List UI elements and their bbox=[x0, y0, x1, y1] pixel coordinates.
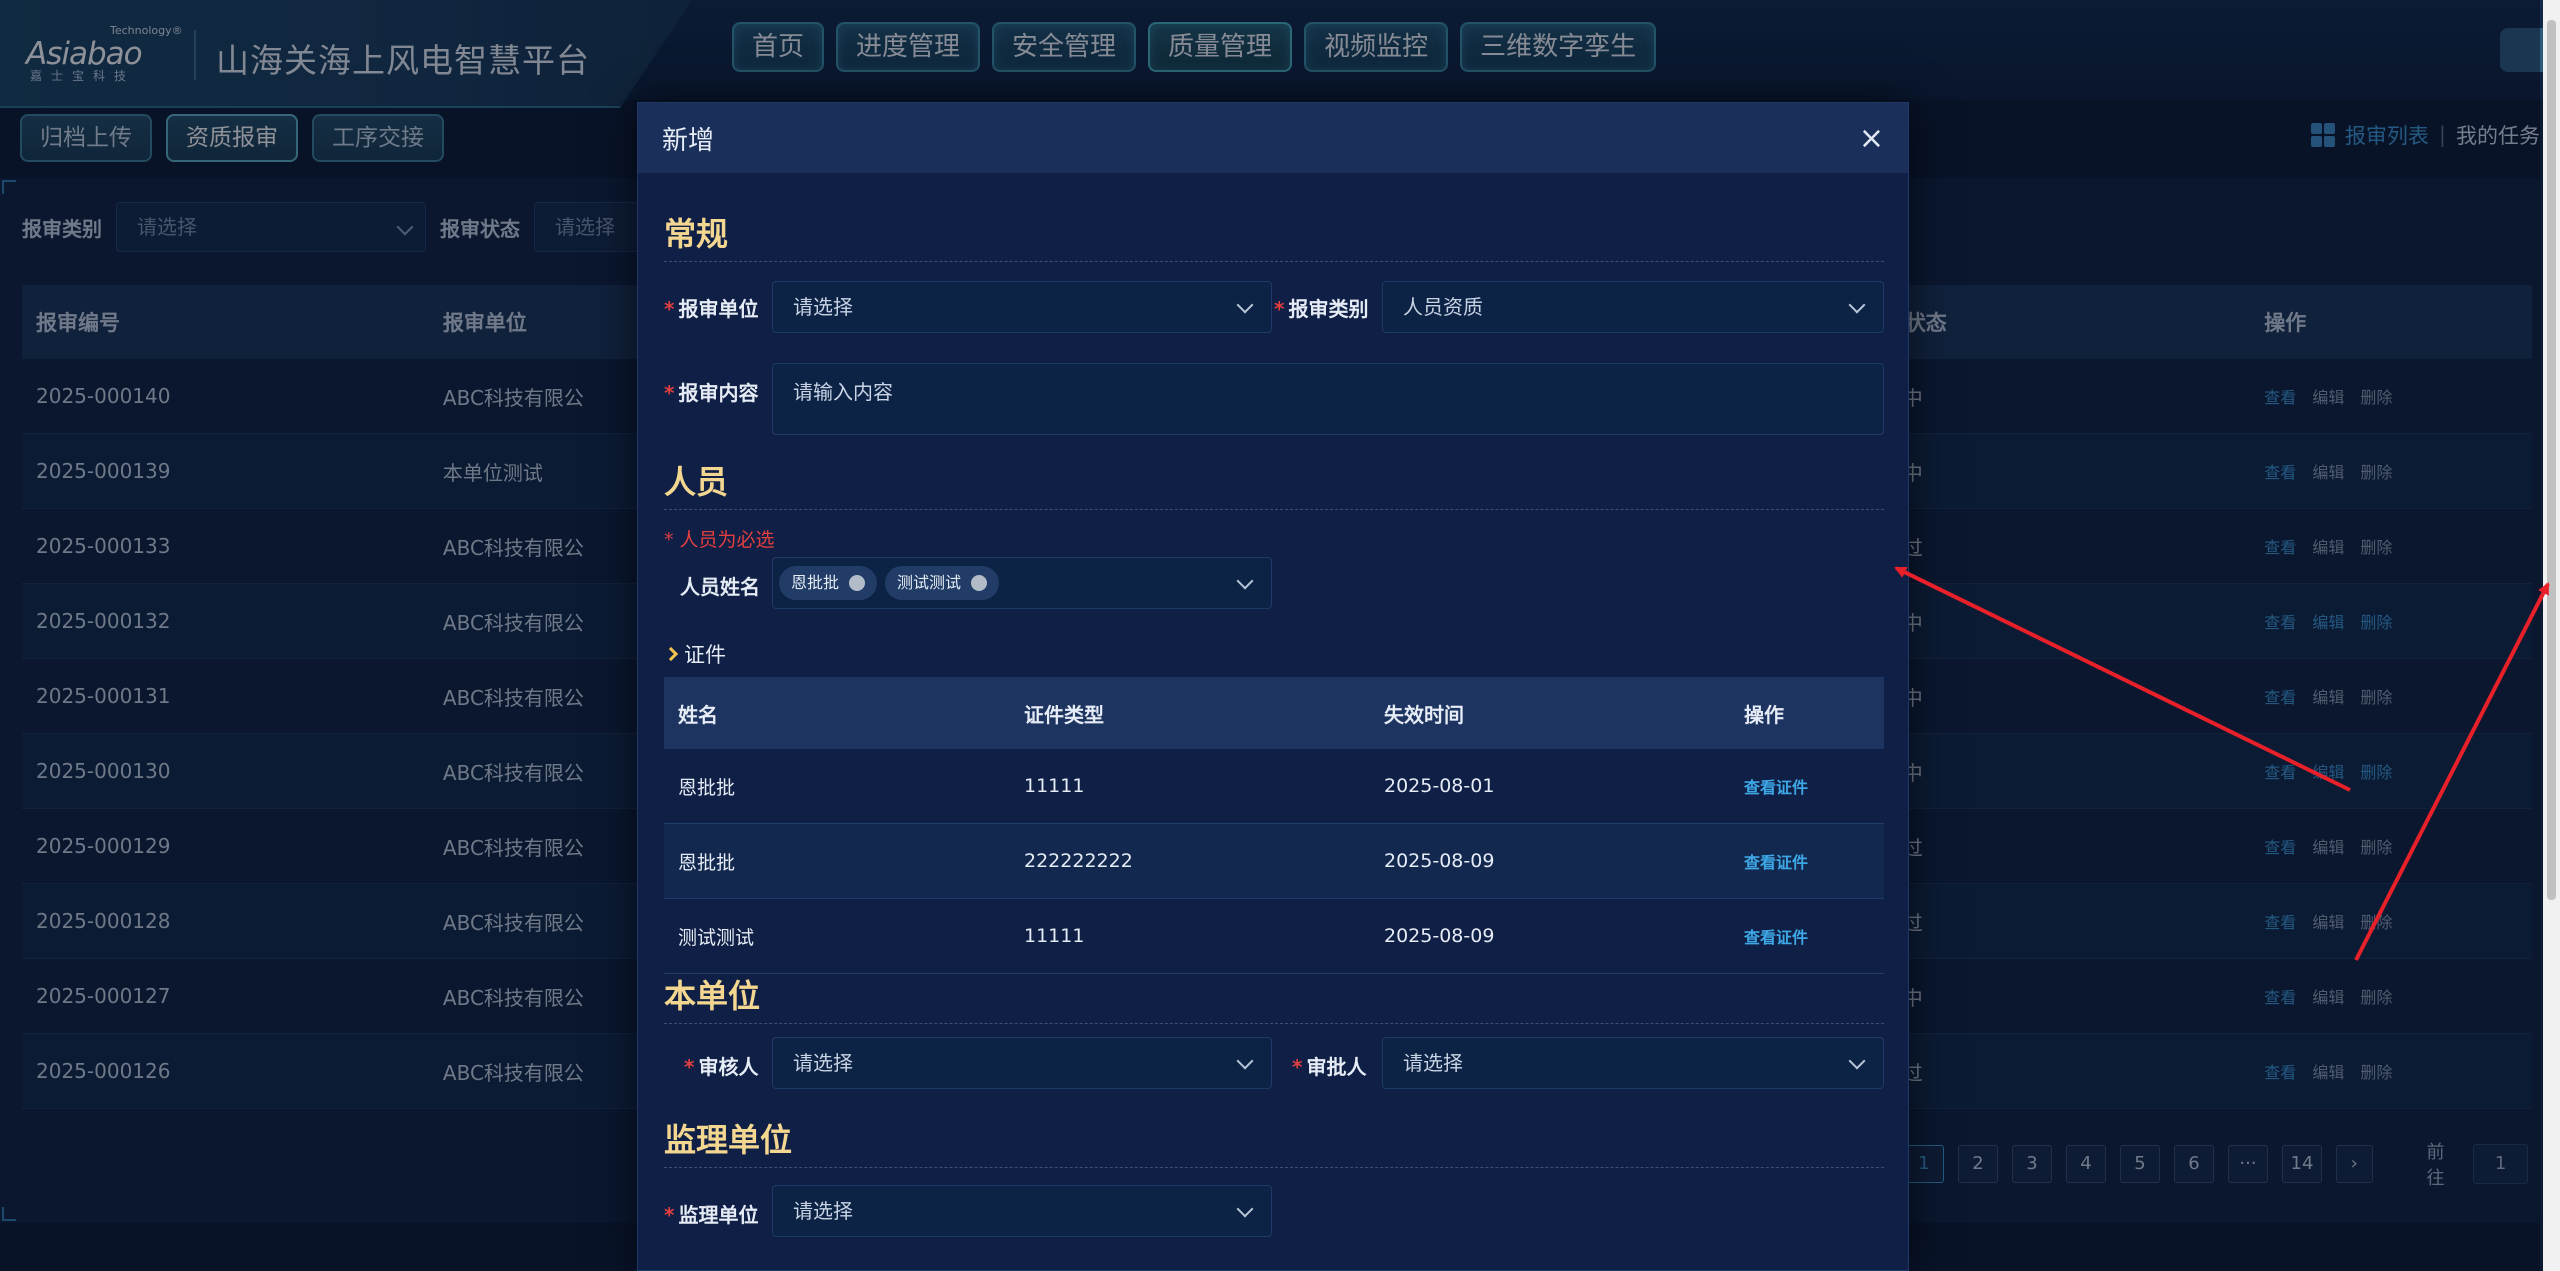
close-icon[interactable] bbox=[971, 575, 988, 591]
scrollbar-thumb[interactable] bbox=[2547, 20, 2556, 900]
cert-cell-ops: 查看证件 bbox=[1744, 774, 1884, 798]
reviewer-select[interactable]: 请选择 bbox=[772, 1037, 1272, 1089]
reviewer-label: * 审核人 bbox=[684, 1055, 759, 1079]
cert-cell-ops: 查看证件 bbox=[1744, 924, 1884, 948]
cert-header-ops: 操作 bbox=[1744, 702, 1784, 727]
report-unit-select[interactable]: 请选择 bbox=[772, 281, 1272, 333]
section-own-unit-title: 本单位 bbox=[664, 971, 1884, 1024]
section-personnel-title: 人员 bbox=[664, 457, 1884, 510]
cert-cell-type: 222222222 bbox=[1024, 850, 1133, 872]
cert-row: 测试测试 11111 2025-08-09 查看证件 bbox=[664, 899, 1884, 974]
cert-cell-name: 恩批批 bbox=[678, 851, 736, 874]
cert-table-body: 恩批批 11111 2025-08-01 查看证件 恩批批 222222222 2025-0… bbox=[664, 749, 1884, 974]
chevron-down-icon bbox=[1236, 1052, 1254, 1070]
cert-row: 恩批批 11111 2025-08-01 查看证件 bbox=[664, 749, 1884, 824]
supervisor-select[interactable]: 请选择 bbox=[772, 1185, 1272, 1237]
personnel-error: * 人员为必选 bbox=[664, 529, 775, 551]
chevron-down-icon bbox=[1236, 296, 1254, 314]
approver-value: 请选择 bbox=[1403, 1051, 1463, 1075]
cert-cell-type: 11111 bbox=[1024, 925, 1085, 947]
cert-table: 姓名 证件类型 失效时间 操作 恩批批 11111 2025-08-01 查看证件 恩批… bbox=[664, 677, 1884, 974]
report-type-value: 人员资质 bbox=[1403, 295, 1483, 319]
page-scrollbar[interactable] bbox=[2543, 0, 2560, 1271]
dialog-header: 新增 × bbox=[638, 103, 1908, 173]
cert-toggle[interactable]: 证件 bbox=[663, 639, 726, 669]
add-dialog: 新增 × 常规 * 报审单位 请选择 * 报审类别 人员资质 * 报审内容 请输入内容… bbox=[637, 102, 1909, 1271]
cert-header-type: 证件类型 bbox=[1024, 702, 1104, 727]
cert-label: 证件 bbox=[684, 643, 726, 667]
cert-cell-name: 恩批批 bbox=[678, 776, 736, 799]
cert-cell-expire: 2025-08-09 bbox=[1384, 850, 1495, 872]
view-cert-link[interactable]: 查看证件 bbox=[1744, 853, 1808, 872]
supervisor-label: * 监理单位 bbox=[664, 1203, 759, 1227]
chevron-right-icon bbox=[663, 646, 679, 662]
chevron-down-icon bbox=[1236, 1200, 1254, 1218]
content-textarea[interactable]: 请输入内容 bbox=[772, 363, 1884, 435]
report-type-select[interactable]: 人员资质 bbox=[1382, 281, 1884, 333]
cert-header-expire: 失效时间 bbox=[1384, 702, 1464, 727]
cert-cell-name: 测试测试 bbox=[678, 926, 755, 949]
cert-cell-expire: 2025-08-09 bbox=[1384, 925, 1495, 947]
chevron-down-icon bbox=[1848, 296, 1866, 314]
view-cert-link[interactable]: 查看证件 bbox=[1744, 778, 1808, 797]
view-cert-link[interactable]: 查看证件 bbox=[1744, 928, 1808, 947]
personnel-tags: 恩批批 测试测试 bbox=[773, 566, 1007, 600]
chevron-down-icon bbox=[1236, 572, 1254, 590]
cert-cell-ops: 查看证件 bbox=[1744, 849, 1884, 873]
supervisor-value: 请选择 bbox=[793, 1199, 853, 1223]
close-icon[interactable]: × bbox=[1859, 121, 1884, 156]
cert-cell-expire: 2025-08-01 bbox=[1384, 775, 1495, 797]
cert-row: 恩批批 222222222 2025-08-09 查看证件 bbox=[664, 824, 1884, 899]
personnel-select[interactable]: 恩批批 测试测试 bbox=[772, 557, 1272, 609]
approver-label: * 审批人 bbox=[1292, 1055, 1367, 1079]
personnel-tag[interactable]: 测试测试 bbox=[885, 566, 1000, 600]
section-general-title: 常规 bbox=[664, 209, 1884, 262]
chevron-down-icon bbox=[1848, 1052, 1866, 1070]
personnel-label: 人员姓名 bbox=[680, 575, 760, 599]
dialog-title: 新增 bbox=[662, 125, 715, 156]
reviewer-value: 请选择 bbox=[793, 1051, 853, 1075]
report-type-label: * 报审类别 bbox=[1274, 297, 1369, 321]
cert-cell-type: 11111 bbox=[1024, 775, 1085, 797]
approver-select[interactable]: 请选择 bbox=[1382, 1037, 1884, 1089]
report-unit-value: 请选择 bbox=[793, 295, 853, 319]
cert-header-name: 姓名 bbox=[678, 702, 718, 727]
close-icon[interactable] bbox=[849, 575, 866, 591]
report-unit-label: * 报审单位 bbox=[664, 297, 759, 321]
section-supervisor-title: 监理单位 bbox=[664, 1115, 1884, 1168]
content-label: * 报审内容 bbox=[664, 381, 759, 405]
personnel-tag[interactable]: 恩批批 bbox=[779, 566, 878, 600]
cert-table-header: 姓名 证件类型 失效时间 操作 bbox=[664, 677, 1884, 749]
